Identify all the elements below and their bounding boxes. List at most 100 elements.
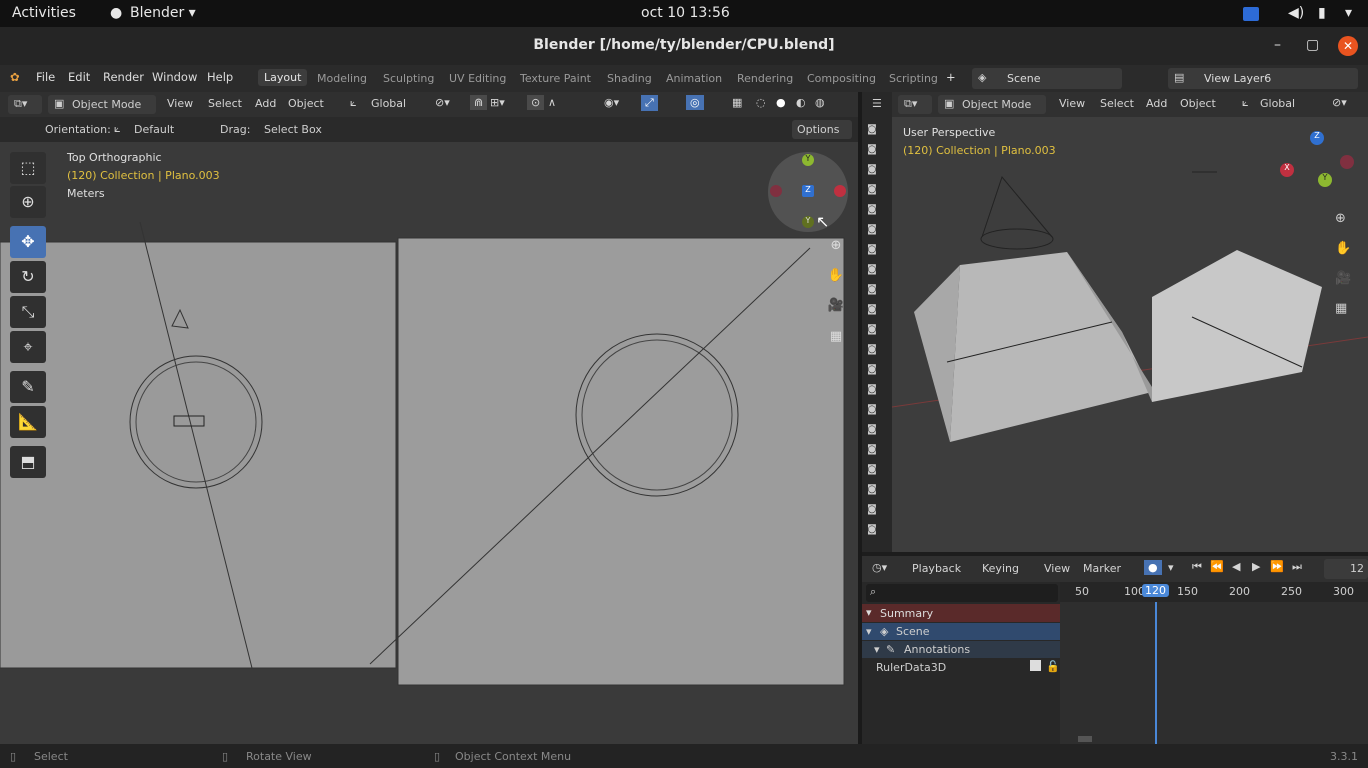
- current-frame-indicator[interactable]: 120: [1142, 584, 1169, 597]
- ruler-row[interactable]: RulerData3D 🔓: [862, 659, 1060, 676]
- outliner-camera-icon[interactable]: ◙: [865, 464, 879, 478]
- right-gizmo-z-axis[interactable]: Z: [1310, 131, 1324, 145]
- outliner-camera-icon[interactable]: ◙: [865, 244, 879, 258]
- auto-key-dropdown[interactable]: ▾: [1168, 561, 1174, 574]
- menu-select[interactable]: Select: [208, 97, 242, 110]
- outliner-camera-icon[interactable]: ◙: [865, 364, 879, 378]
- right-menu-select[interactable]: Select: [1100, 97, 1134, 110]
- right-pan-hand-icon[interactable]: ✋: [1335, 241, 1351, 256]
- right-editor-type-button[interactable]: ⧉▾: [898, 95, 932, 114]
- gizmo-z-axis[interactable]: Z: [802, 185, 814, 197]
- lock-icon[interactable]: 🔓: [1046, 660, 1060, 673]
- menu-object[interactable]: Object: [288, 97, 324, 110]
- jump-start-icon[interactable]: ⏮: [1192, 560, 1202, 574]
- right-viewport[interactable]: User Perspective (120) Collection | Plan…: [892, 117, 1368, 552]
- overlay-toggle-icon[interactable]: ◎: [686, 95, 704, 110]
- tab-layout[interactable]: Layout: [258, 69, 308, 86]
- minimize-button[interactable]: –: [1274, 37, 1281, 53]
- scale-tool[interactable]: ⤡: [10, 296, 46, 328]
- shading-wireframe-icon[interactable]: ◌: [756, 96, 766, 109]
- left-viewport[interactable]: Top Orthographic (120) Collection | Plan…: [0, 142, 858, 744]
- options-dropdown[interactable]: Options: [792, 120, 852, 139]
- menu-view[interactable]: View: [167, 97, 193, 110]
- menu-render[interactable]: Render: [103, 70, 144, 84]
- navigation-gizmo[interactable]: Y Z Y: [768, 152, 848, 232]
- outliner-icon[interactable]: ☰: [872, 97, 882, 110]
- outliner-camera-icon[interactable]: ◙: [865, 204, 879, 218]
- pivot-icon[interactable]: ⊘▾: [435, 96, 450, 109]
- outliner-camera-icon[interactable]: ◙: [865, 224, 879, 238]
- tab-rendering[interactable]: Rendering: [737, 72, 793, 85]
- shading-solid-icon[interactable]: ●: [776, 96, 786, 109]
- drag-dropdown[interactable]: Select Box: [264, 123, 322, 136]
- outliner-camera-icon[interactable]: ◙: [865, 284, 879, 298]
- menu-add[interactable]: Add: [255, 97, 276, 110]
- scene-selector[interactable]: ◈ Scene: [972, 68, 1122, 89]
- frame-ruler[interactable]: 50 100 120 150 200 250 300: [1060, 582, 1368, 602]
- dopesheet-timeline[interactable]: 50 100 120 150 200 250 300: [1060, 582, 1368, 744]
- menu-file[interactable]: File: [36, 70, 55, 84]
- scene-row[interactable]: ▾ ◈ Scene: [862, 623, 1060, 640]
- cursor-tool[interactable]: ⊕: [10, 186, 46, 218]
- menu-help[interactable]: Help: [207, 70, 233, 84]
- tab-texture-paint[interactable]: Texture Paint: [520, 72, 591, 85]
- pan-hand-icon[interactable]: ✋: [824, 264, 848, 288]
- rotate-tool[interactable]: ↻: [10, 261, 46, 293]
- annotate-tool[interactable]: ✎: [10, 371, 46, 403]
- zoom-icon[interactable]: ⊕: [824, 234, 848, 258]
- tab-sculpting[interactable]: Sculpting: [383, 72, 434, 85]
- object-mode-dropdown[interactable]: ▣ Object Mode: [48, 95, 156, 114]
- proportional-edit-icon[interactable]: ⊙: [527, 95, 545, 110]
- ruler-checkbox[interactable]: [1030, 660, 1041, 671]
- right-camera-icon[interactable]: 🎥: [1335, 271, 1351, 286]
- shading-material-icon[interactable]: ◐: [796, 96, 806, 109]
- outliner-camera-icon[interactable]: ◙: [865, 524, 879, 538]
- play-icon[interactable]: ▶: [1252, 560, 1260, 573]
- transform-orientation[interactable]: Global: [371, 97, 406, 110]
- jump-keyframe-back-icon[interactable]: ⏪: [1210, 560, 1224, 573]
- battery-icon[interactable]: ▮: [1318, 5, 1326, 21]
- play-reverse-icon[interactable]: ◀: [1232, 560, 1240, 573]
- view-layer-selector[interactable]: ▤ View Layer6: [1168, 68, 1358, 89]
- outliner-camera-icon[interactable]: ◙: [865, 324, 879, 338]
- gizmo-neg-y-axis[interactable]: Y: [802, 216, 814, 228]
- timeline-view-menu[interactable]: View: [1044, 562, 1070, 575]
- right-gizmo-neg-x[interactable]: [1340, 155, 1354, 169]
- clock[interactable]: oct 10 13:56: [641, 5, 730, 21]
- tab-compositing[interactable]: Compositing: [807, 72, 876, 85]
- input-method-icon[interactable]: [1243, 7, 1259, 21]
- measure-tool[interactable]: 📐: [10, 406, 46, 438]
- move-tool[interactable]: ✥: [10, 226, 46, 258]
- right-menu-object[interactable]: Object: [1180, 97, 1216, 110]
- current-frame-field[interactable]: 12: [1324, 559, 1368, 579]
- system-menu-icon[interactable]: ▾: [1345, 5, 1352, 21]
- timeline-editor-icon[interactable]: ◷▾: [872, 561, 887, 574]
- outliner-camera-icon[interactable]: ◙: [865, 264, 879, 278]
- right-navigation-gizmo[interactable]: Z X Y: [1280, 129, 1356, 205]
- volume-icon[interactable]: ◀): [1288, 5, 1304, 21]
- auto-key-icon[interactable]: ●: [1144, 560, 1162, 575]
- shading-rendered-icon[interactable]: ◍: [815, 96, 825, 109]
- activities-button[interactable]: Activities: [12, 5, 76, 21]
- right-menu-view[interactable]: View: [1059, 97, 1085, 110]
- snap-icon[interactable]: ⋒: [470, 95, 488, 110]
- summary-row[interactable]: ▾ Summary: [862, 604, 1060, 622]
- ortho-grid-icon[interactable]: ▦: [824, 325, 848, 349]
- gizmo-toggle-icon[interactable]: ⤢: [641, 95, 658, 111]
- outliner-camera-icon[interactable]: ◙: [865, 124, 879, 138]
- tab-modeling[interactable]: Modeling: [317, 72, 367, 85]
- camera-view-icon[interactable]: 🎥: [824, 294, 848, 318]
- tab-scripting[interactable]: Scripting: [889, 72, 938, 85]
- right-menu-add[interactable]: Add: [1146, 97, 1167, 110]
- outliner-camera-icon[interactable]: ◙: [865, 504, 879, 518]
- app-menu[interactable]: Blender ▾: [130, 5, 196, 21]
- visibility-icon[interactable]: ◉▾: [604, 96, 619, 109]
- editor-type-button[interactable]: ⧉▾: [8, 95, 42, 114]
- right-ortho-grid-icon[interactable]: ▦: [1335, 301, 1347, 316]
- channel-search-input[interactable]: ⌕: [866, 584, 1058, 602]
- playback-menu[interactable]: Playback: [912, 562, 961, 575]
- tab-shading[interactable]: Shading: [607, 72, 652, 85]
- outliner-camera-icon[interactable]: ◙: [865, 404, 879, 418]
- outliner-camera-icon[interactable]: ◙: [865, 344, 879, 358]
- menu-edit[interactable]: Edit: [68, 70, 90, 84]
